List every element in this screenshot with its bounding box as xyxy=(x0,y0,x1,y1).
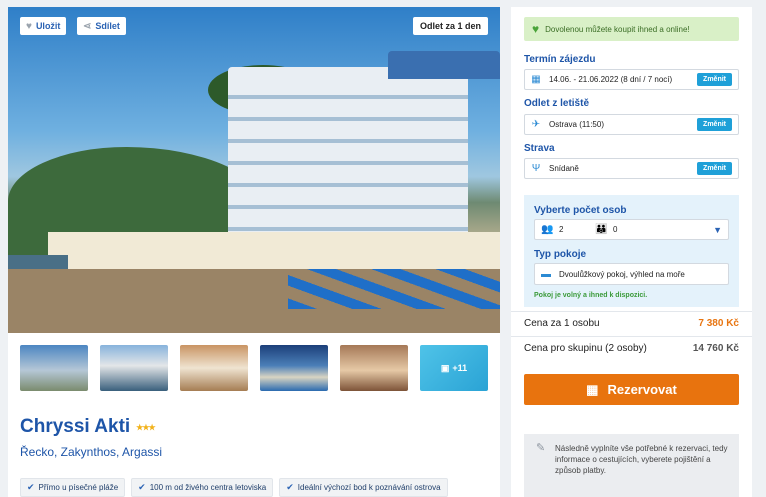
hotel-title: Chryssi Akti ★★★ xyxy=(20,416,156,437)
hotel-panel: ♥ Uložit ⋖ Sdílet Odlet za 1 den ▣ +11 C… xyxy=(8,7,500,497)
check-icon: ✔ xyxy=(27,482,35,492)
check-icon: ✔ xyxy=(286,482,294,492)
pin-icon: ✎ xyxy=(536,442,546,454)
bed-icon: ▬ xyxy=(541,268,551,280)
room-type-label: Typ pokoje xyxy=(534,249,587,260)
change-board-button[interactable]: Změnit xyxy=(697,162,732,175)
feature-badge: ✔ Ideální výchozí bod k poznávání ostrov… xyxy=(279,478,448,497)
hotel-main-photo[interactable]: ♥ Uložit ⋖ Sdílet Odlet za 1 den xyxy=(8,7,500,333)
price-per-person: 7 380 Kč xyxy=(698,318,739,329)
heart-icon: ♥ xyxy=(26,20,32,32)
feature-list: ✔ Přímo u písečné pláže ✔ 100 m od živéh… xyxy=(20,478,448,497)
adults-icon: 👥 xyxy=(541,224,554,235)
star-rating: ★★★ xyxy=(136,422,155,432)
gallery-thumb[interactable] xyxy=(100,345,168,391)
price-per-person-row: Cena za 1 osobu 7 380 Kč xyxy=(524,318,739,329)
board-field[interactable]: Ψ Snídaně Změnit xyxy=(524,158,739,179)
image-icon: ▣ xyxy=(440,362,450,373)
gallery-thumb[interactable] xyxy=(260,345,328,391)
children-icon: 👪 xyxy=(595,224,608,235)
change-term-button[interactable]: Změnit xyxy=(697,73,732,86)
term-field[interactable]: ▦ 14.06. - 21.06.2022 (8 dní / 7 nocí) Z… xyxy=(524,69,739,90)
persons-label: Vyberte počet osob xyxy=(534,205,627,216)
calendar-icon: ▦ xyxy=(531,74,541,85)
children-count: 0 xyxy=(613,225,618,234)
calendar-icon: ▦ xyxy=(586,381,599,397)
departure-badge: Odlet za 1 den xyxy=(412,17,488,35)
check-icon: ✔ xyxy=(138,482,146,492)
price-group: 14 760 Kč xyxy=(692,343,739,354)
board-label: Strava xyxy=(524,143,555,154)
share-icon: ⋖ xyxy=(83,20,92,32)
booking-info-note: ✎ Následně vyplníte vše potřebné k rezer… xyxy=(524,434,739,497)
plane-icon: ✈ xyxy=(531,119,541,130)
gallery-more-button[interactable]: ▣ +11 xyxy=(420,345,488,391)
heart-icon: ♥ xyxy=(532,22,540,36)
airport-field[interactable]: ✈ Ostrava (11:50) Změnit xyxy=(524,114,739,135)
online-purchase-banner: ♥ Dovolenou můžete koupit ihned a online… xyxy=(524,17,739,41)
booking-panel: ♥ Dovolenou můžete koupit ihned a online… xyxy=(511,7,752,497)
chevron-down-icon: ▼ xyxy=(713,224,722,235)
feature-badge: ✔ 100 m od živého centra letoviska xyxy=(131,478,274,497)
save-button[interactable]: ♥ Uložit xyxy=(20,17,67,35)
feature-badge: ✔ Přímo u písečné pláže xyxy=(20,478,126,497)
term-label: Termín zájezdu xyxy=(524,54,596,65)
airport-label: Odlet z letiště xyxy=(524,98,590,109)
gallery-thumb[interactable] xyxy=(20,345,88,391)
book-button[interactable]: ▦ Rezervovat xyxy=(524,374,739,405)
room-type-field[interactable]: ▬ Dvoulůžkový pokoj, výhled na moře xyxy=(534,263,729,285)
cutlery-icon: Ψ xyxy=(531,163,541,174)
photo-gallery: ▣ +11 xyxy=(20,345,488,391)
availability-text: Pokoj je volný a ihned k dispozici. xyxy=(534,292,648,299)
room-selection-box: Vyberte počet osob 👥 2 👪 0 ▼ Typ pokoje … xyxy=(524,195,739,307)
price-group-row: Cena pro skupinu (2 osoby) 14 760 Kč xyxy=(524,343,739,354)
gallery-thumb[interactable] xyxy=(180,345,248,391)
share-button[interactable]: ⋖ Sdílet xyxy=(77,17,126,35)
persons-select[interactable]: 👥 2 👪 0 ▼ xyxy=(534,219,729,240)
gallery-thumb[interactable] xyxy=(340,345,408,391)
adults-count: 2 xyxy=(559,225,564,234)
change-airport-button[interactable]: Změnit xyxy=(697,118,732,131)
hotel-location: Řecko, Zakynthos, Argassi xyxy=(20,445,163,459)
